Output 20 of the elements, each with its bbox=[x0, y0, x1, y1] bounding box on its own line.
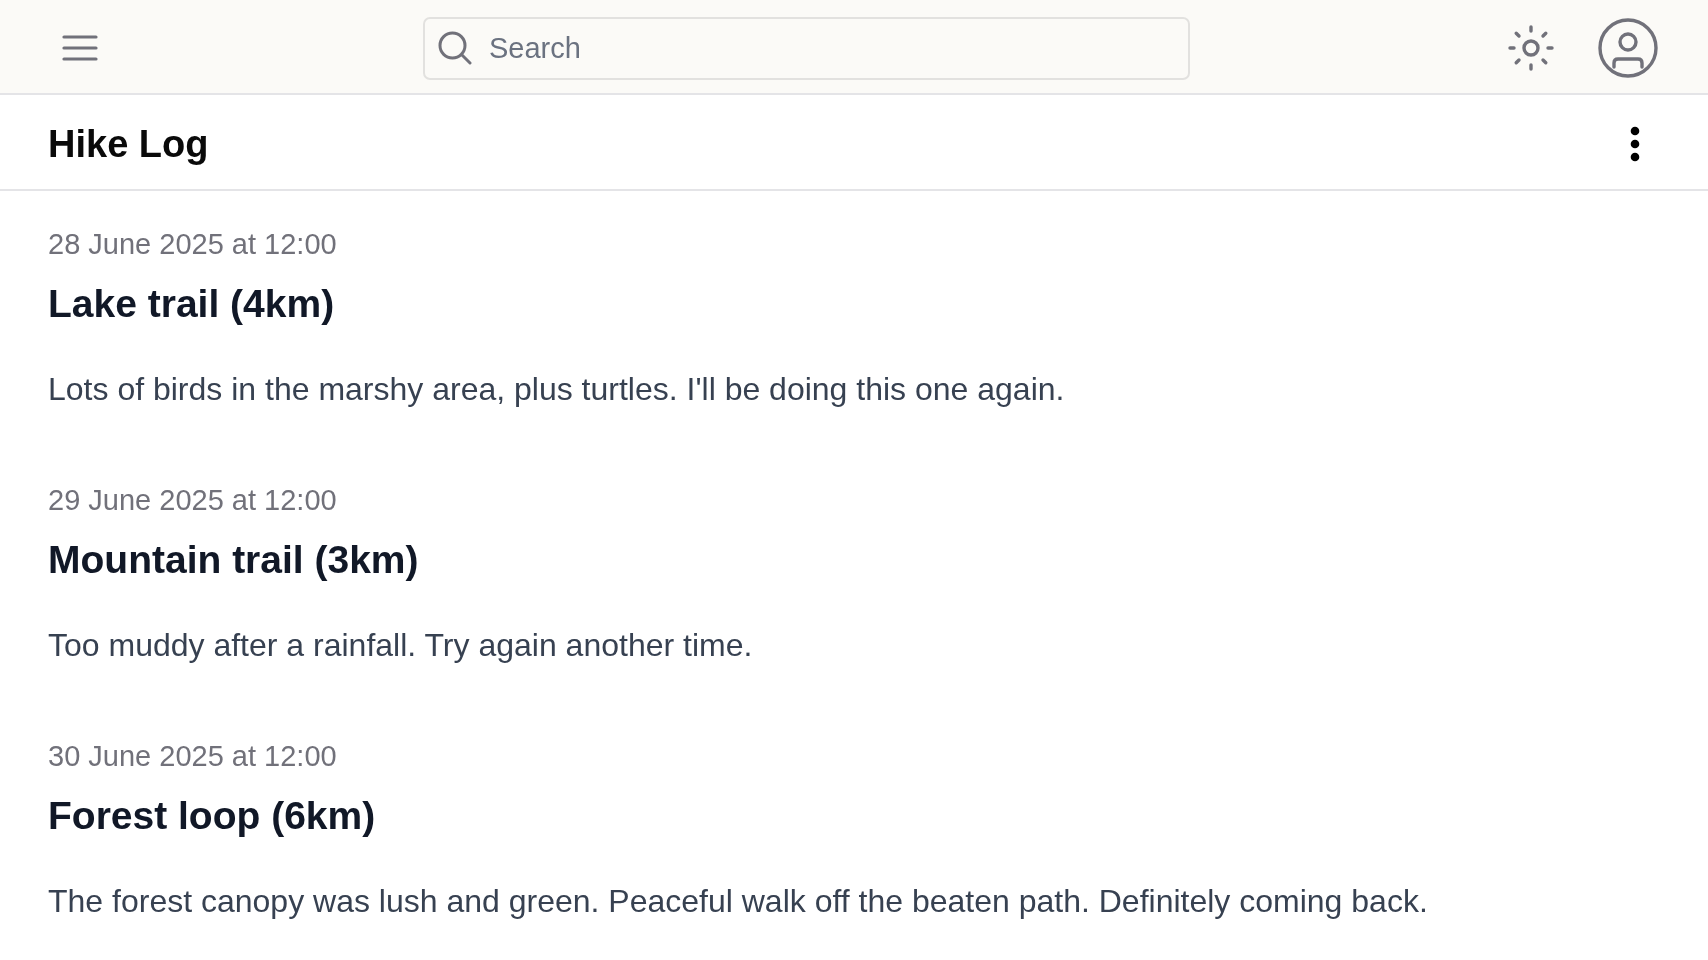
entry-title: Mountain trail (3km) bbox=[48, 537, 419, 583]
account-button[interactable] bbox=[1598, 18, 1658, 78]
sun-icon bbox=[1508, 25, 1554, 71]
search-field[interactable]: Search bbox=[423, 16, 1190, 80]
entry-date: 28 June 2025 at 12:00 bbox=[48, 227, 337, 261]
entry-date: 29 June 2025 at 12:00 bbox=[48, 483, 337, 517]
entry-title: Forest loop (6km) bbox=[48, 793, 376, 839]
more-options-button[interactable] bbox=[1630, 126, 1640, 162]
search-icon bbox=[438, 30, 472, 65]
more-options-icon bbox=[1630, 126, 1640, 162]
menu-button[interactable] bbox=[62, 35, 98, 61]
menu-icon bbox=[62, 35, 98, 61]
page-title: Hike Log bbox=[48, 122, 209, 167]
entry-note: The forest canopy was lush and green. Peaceful walk off the beaten path. Definitely coming back. bbox=[48, 882, 1428, 920]
theme-toggle-button[interactable] bbox=[1508, 25, 1554, 71]
user-avatar-icon bbox=[1598, 18, 1658, 78]
entry-note: Lots of birds in the marshy area, plus turtles. I'll be doing this one again. bbox=[48, 370, 1065, 408]
entry-note: Too muddy after a rainfall. Try again another time. bbox=[48, 626, 753, 664]
entry-title: Lake trail (4km) bbox=[48, 281, 335, 327]
entry-date: 30 June 2025 at 12:00 bbox=[48, 739, 337, 773]
